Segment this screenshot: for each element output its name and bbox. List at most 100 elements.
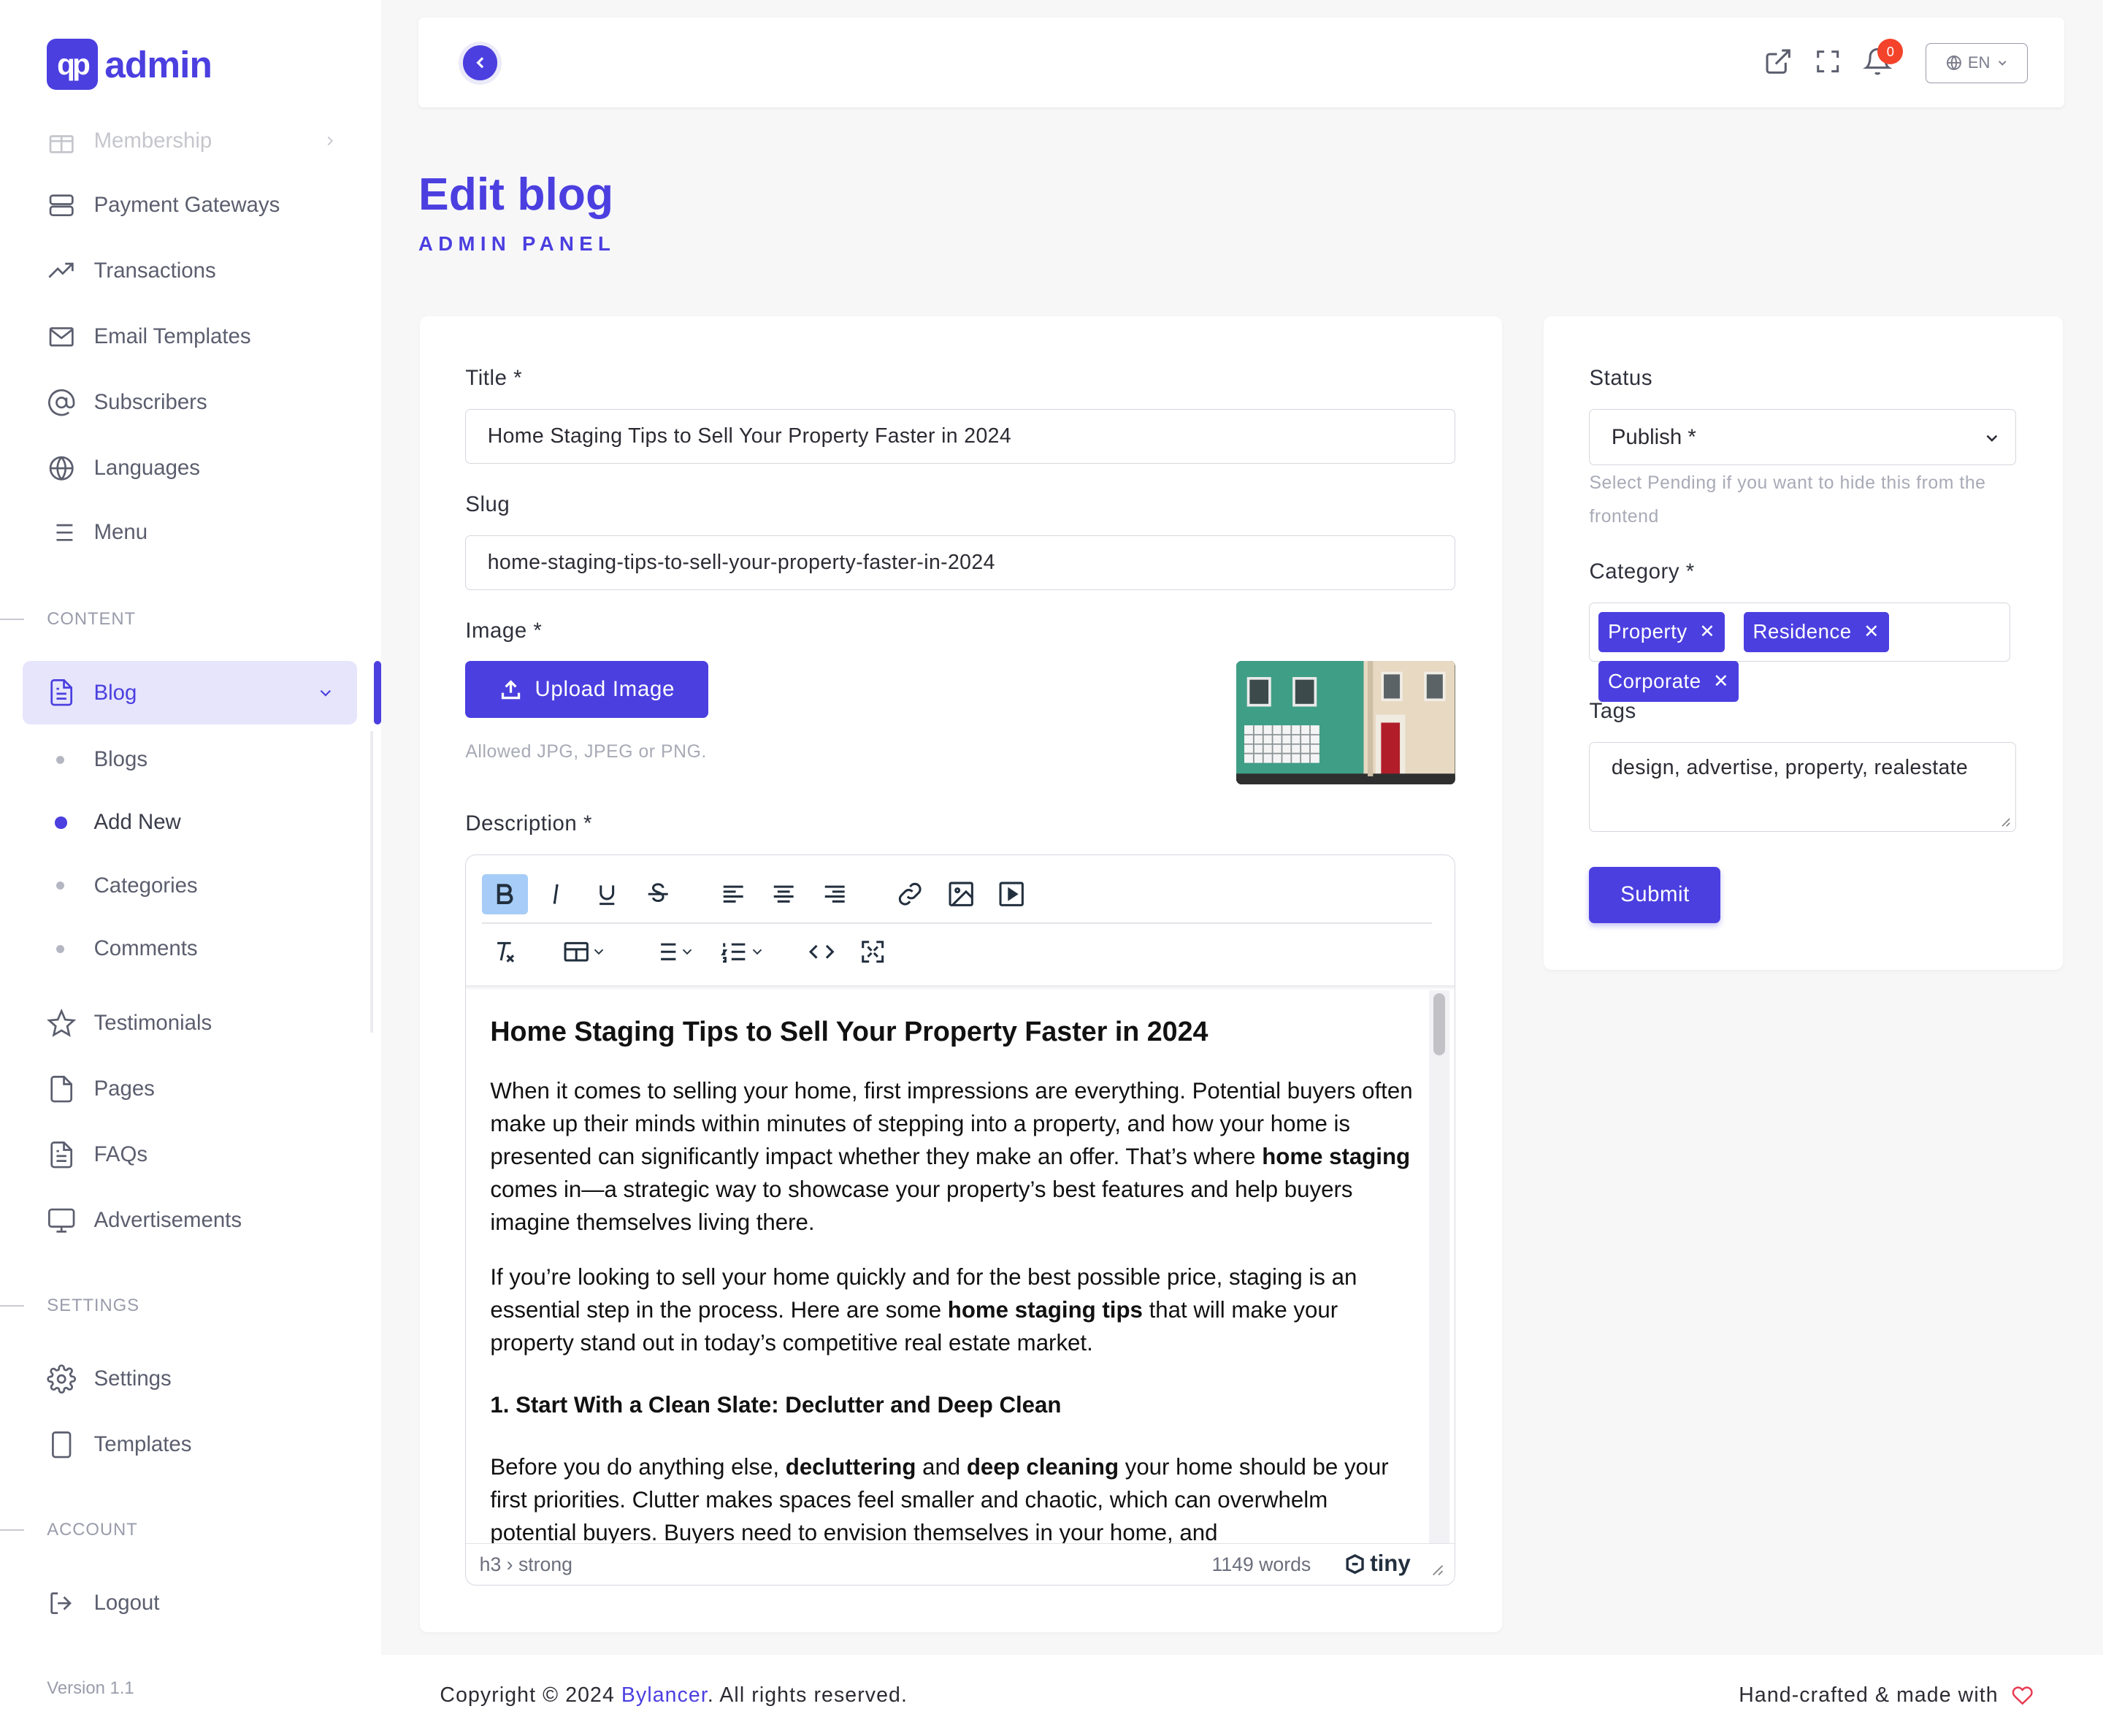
status-select[interactable]: Publish * [1589,409,2016,466]
sidebar-item-label: Languages [93,456,200,480]
editor-content[interactable]: Home Staging Tips to Sell Your Property … [490,990,1415,1544]
sidebar-item-label: Logout [93,1590,160,1615]
chevron-down-icon [752,949,762,955]
sidebar-item-label: Membership [93,128,212,153]
sidebar-item-payment-gateways[interactable]: Payment Gateways [47,191,280,220]
media-button[interactable] [989,874,1034,914]
tiny-brand[interactable]: tiny [1344,1550,1411,1577]
sidebar-item-faqs[interactable]: FAQs [47,1140,148,1169]
sidebar-item-membership[interactable]: Membership [47,126,333,156]
strikethrough-icon [648,883,668,903]
element-path[interactable]: h3 › strong [480,1553,572,1576]
content-paragraph: If you’re looking to sell your home quic… [490,1263,1357,1355]
rich-text-editor[interactable]: Home Staging Tips to Sell Your Property … [465,854,1455,1586]
italic-button[interactable] [533,874,578,914]
title-input[interactable]: Home Staging Tips to Sell Your Property … [465,409,1455,464]
house-photo [1236,661,1455,785]
sidebar-item-logout[interactable]: Logout [47,1588,159,1618]
sidebar-item-subscribers[interactable]: Subscribers [47,388,207,417]
logo-mark: qp [47,39,99,91]
sidebar-item-menu[interactable]: Menu [47,518,148,547]
resize-handle-icon[interactable] [1430,1563,1444,1576]
table-button[interactable] [552,932,616,972]
upload-label: Upload Image [535,677,675,702]
editor-toolbar-row-2 [482,928,900,976]
sidebar-subitem-label: Categories [93,873,198,898]
list-icon [50,524,73,541]
chevron-down-icon [594,949,604,955]
category-chip[interactable]: Corporate ✕ [1598,661,1739,702]
sidebar-subitem-comments[interactable]: Comments [56,936,198,961]
copyright-text: Copyright © 2024 Bylancer. All rights re… [440,1683,908,1708]
external-link-icon[interactable] [1763,47,1793,76]
bullet-dot [56,755,65,764]
image-help-text: Allowed JPG, JPEG or PNG. [465,741,707,762]
resize-handle-icon[interactable] [2000,817,2011,827]
section-divider [0,618,25,620]
image-button[interactable] [938,874,984,914]
footer-credit: Hand-crafted & made with [1739,1683,2033,1708]
slug-input[interactable]: home-staging-tips-to-sell-your-property-… [465,535,1455,591]
category-chip[interactable]: Residence ✕ [1743,611,1890,652]
category-chip[interactable]: Property ✕ [1598,611,1725,652]
bullet-list-button[interactable] [640,932,705,972]
remove-chip-icon[interactable]: ✕ [1699,621,1715,643]
align-left-button[interactable] [710,874,756,914]
sidebar-item-transactions[interactable]: Transactions [47,256,216,286]
logo[interactable]: qp admin [47,39,212,91]
sidebar-item-testimonials[interactable]: Testimonials [47,1009,212,1038]
sidebar-item-email-templates[interactable]: Email Templates [47,322,251,351]
code-icon [808,944,835,959]
content-heading: Home Staging Tips to Sell Your Property … [490,1015,1208,1047]
language-selector[interactable]: EN [1926,42,2029,84]
sidebar-subitem-add-new[interactable]: Add New [55,810,181,835]
sidebar-subitem-categories[interactable]: Categories [56,873,198,898]
numbered-list-button[interactable] [710,932,775,972]
back-button[interactable] [459,41,502,85]
remove-chip-icon[interactable]: ✕ [1863,621,1880,643]
at-sign-icon [48,389,75,416]
fullscreen-button[interactable] [850,932,895,972]
sidebar-item-advertisements[interactable]: Advertisements [47,1206,242,1235]
sidebar: qp admin Membership Payment Gateways Tra… [0,0,381,1736]
upload-image-button[interactable]: Upload Image [465,661,708,718]
italic-icon [553,884,559,904]
link-button[interactable] [887,874,932,914]
sidebar-scroll-track[interactable] [369,731,373,1033]
align-right-button[interactable] [812,874,857,914]
sidebar-item-languages[interactable]: Languages [47,454,200,483]
sidebar-item-label: Pages [93,1077,155,1101]
chip-label: Residence [1752,620,1852,643]
footer: Copyright © 2024 Bylancer. All rights re… [380,1655,2103,1736]
sidebar-item-settings[interactable]: Settings [47,1364,172,1393]
remove-chip-icon[interactable]: ✕ [1713,670,1729,692]
source-code-button[interactable] [799,932,844,972]
publish-card: Status Publish * Select Pending if you w… [1544,316,2063,970]
bylancer-link[interactable]: Bylancer [621,1683,708,1707]
sidebar-item-templates[interactable]: Templates [47,1430,191,1459]
sidebar-subitem-blogs[interactable]: Blogs [56,747,148,772]
underline-button[interactable] [584,874,629,914]
section-label-settings: SETTINGS [47,1296,139,1316]
tags-textarea[interactable]: design, advertise, property, realestate [1589,741,2016,832]
editor-scrollbar-thumb[interactable] [1433,993,1446,1055]
content-subheading: 1. Start With a Clean Slate: Declutter a… [490,1392,1062,1418]
submit-button[interactable]: Submit [1589,866,1721,923]
strikethrough-button[interactable] [635,874,681,914]
editor-scrollbar-track[interactable] [1429,990,1449,1544]
align-center-button[interactable] [761,874,806,914]
fullscreen-icon[interactable] [1813,47,1842,76]
clear-formatting-button[interactable] [482,932,527,972]
editor-toolbar-row-1 [482,870,1040,918]
bullet-dot [56,882,65,890]
page-subtitle: ADMIN PANEL [418,232,616,255]
word-count[interactable]: 1149 words [1212,1553,1311,1576]
sidebar-item-label: Testimonials [93,1011,212,1036]
sidebar-scroll-thumb[interactable] [374,661,381,724]
bold-button[interactable] [482,873,528,914]
align-right-icon [824,885,845,903]
sidebar-subitem-label: Comments [93,936,198,961]
tags-label: Tags [1589,698,1636,723]
sidebar-item-blog[interactable]: Blog [23,661,357,724]
sidebar-item-pages[interactable]: Pages [47,1074,155,1104]
